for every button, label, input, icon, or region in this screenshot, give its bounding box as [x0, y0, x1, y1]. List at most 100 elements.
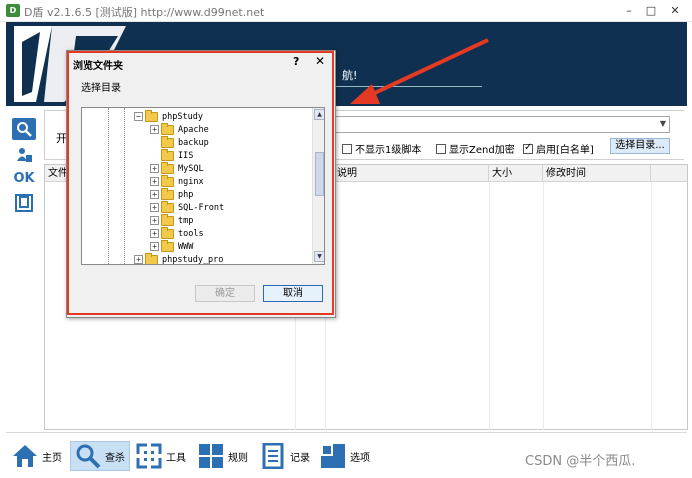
scroll-up-icon[interactable]: ▲: [314, 109, 324, 120]
expand-icon[interactable]: +: [150, 125, 159, 134]
tree-node-mysql[interactable]: + MySQL: [150, 161, 204, 175]
folder-icon: [161, 226, 174, 239]
rules-icon: [198, 443, 224, 469]
tree-node-label: tmp: [178, 215, 194, 226]
select-directory-button[interactable]: 选择目录...: [610, 138, 670, 154]
toolbar-rules[interactable]: 规则: [198, 441, 248, 471]
expand-icon[interactable]: +: [150, 190, 159, 199]
folder-tree[interactable]: − phpStudy + Apache backup IIS + MySQL +: [81, 107, 325, 265]
folder-icon: [161, 148, 174, 161]
toolbar-options[interactable]: 选项: [320, 441, 370, 471]
expand-icon[interactable]: +: [150, 242, 159, 251]
toolbar-tools[interactable]: 工具: [136, 441, 186, 471]
tree-node-label: tools: [178, 228, 204, 239]
tree-node-nginx[interactable]: + nginx: [150, 174, 204, 188]
tree-node-label: WWW: [178, 241, 194, 252]
toolbar-home[interactable]: 主页: [12, 441, 62, 471]
tree-node-label: MySQL: [178, 163, 204, 174]
user-shield-icon[interactable]: [12, 144, 36, 166]
log-icon: [260, 442, 286, 470]
tree-node-label: Apache: [178, 124, 209, 135]
watermark: CSDN @半个西瓜.: [525, 454, 636, 469]
folder-icon: [161, 200, 174, 213]
tree-node-label: backup: [178, 137, 209, 148]
scan-path-combobox[interactable]: ▼: [326, 116, 670, 133]
frame-icon[interactable]: [12, 192, 36, 214]
tree-node-label: IIS: [178, 150, 194, 161]
tree-node-phpstudy[interactable]: − phpStudy: [134, 109, 203, 123]
column-header-modified[interactable]: 修改时间: [543, 165, 651, 182]
option-hide-level1[interactable]: 不显示1级脚本: [342, 141, 421, 156]
expand-icon[interactable]: +: [150, 229, 159, 238]
folder-icon: [145, 252, 158, 264]
column-header-size[interactable]: 大小: [489, 165, 543, 182]
app-logo-icon: D: [6, 4, 20, 17]
tree-scrollbar[interactable]: ▲ ▼: [312, 108, 324, 264]
toolbar-options-label: 选项: [350, 452, 370, 464]
toolbar-scan-label: 查杀: [105, 452, 125, 464]
folder-icon: [161, 135, 174, 148]
scroll-down-icon[interactable]: ▼: [314, 251, 324, 262]
expand-icon[interactable]: +: [150, 203, 159, 212]
folder-icon: [161, 174, 174, 187]
tree-node-php[interactable]: + php: [150, 187, 194, 201]
tree-node-label: php: [178, 189, 194, 200]
tree-node-iis[interactable]: IIS: [150, 148, 194, 162]
tree-node-label: nginx: [178, 176, 204, 187]
expand-icon[interactable]: +: [150, 164, 159, 173]
folder-icon: [161, 161, 174, 174]
show-zend-label: 显示Zend加密: [449, 145, 515, 156]
home-icon: [12, 443, 38, 469]
left-icon-bar: OK: [6, 108, 42, 428]
tree-node-sql-front[interactable]: + SQL-Front: [150, 200, 225, 214]
toolbar-scan[interactable]: 查杀: [70, 441, 130, 471]
folder-icon: [161, 122, 174, 135]
tree-node-tmp[interactable]: + tmp: [150, 213, 194, 227]
close-window-button[interactable]: ✕: [666, 3, 684, 19]
toolbar-log[interactable]: 记录: [260, 441, 310, 471]
minimize-button[interactable]: –: [620, 3, 638, 19]
tree-node-label: phpStudy: [162, 111, 203, 122]
toolbar-log-label: 记录: [290, 452, 310, 464]
search-icon[interactable]: [12, 118, 36, 140]
folder-open-icon: [145, 109, 158, 122]
help-button[interactable]: ?: [293, 55, 299, 68]
cancel-button[interactable]: 取消: [263, 285, 323, 302]
collapse-icon[interactable]: −: [134, 112, 143, 121]
tree-node-backup[interactable]: backup: [150, 135, 209, 149]
tree-guide-line: [124, 108, 125, 264]
tree-guide-line: [108, 108, 109, 264]
dialog-prompt: 选择目录: [81, 83, 121, 94]
tree-node-label: SQL-Front: [178, 202, 225, 213]
toolbar-rules-label: 规则: [228, 452, 248, 464]
expand-icon[interactable]: +: [150, 177, 159, 186]
show-zend-checkbox[interactable]: [436, 143, 446, 154]
expand-icon[interactable]: +: [134, 255, 143, 264]
folder-icon: [161, 239, 174, 252]
banner-nav-text: 航!: [342, 69, 358, 82]
window-title: D盾 v2.1.6.5 [测试版] http://www.d99net.net: [24, 6, 265, 19]
tools-icon: [136, 443, 162, 469]
folder-icon: [161, 213, 174, 226]
whitelist-label: 启用[白名单]: [536, 145, 594, 156]
tree-node-phpstudy-pro[interactable]: + phpstudy_pro: [134, 252, 223, 264]
column-header-description[interactable]: 说明: [325, 165, 489, 182]
scrollbar-thumb[interactable]: [315, 152, 324, 196]
option-show-zend[interactable]: 显示Zend加密: [436, 141, 515, 156]
hide-level1-checkbox[interactable]: [342, 143, 352, 154]
tree-node-apache[interactable]: + Apache: [150, 122, 209, 136]
dialog-close-button[interactable]: ✕: [315, 54, 325, 68]
hide-level1-label: 不显示1级脚本: [355, 145, 422, 156]
expand-icon[interactable]: +: [150, 216, 159, 225]
chevron-down-icon[interactable]: ▼: [660, 119, 666, 128]
option-whitelist[interactable]: 启用[白名单]: [523, 141, 594, 156]
toolbar-home-label: 主页: [42, 452, 62, 464]
ok-icon[interactable]: OK: [12, 168, 36, 190]
tree-node-tools[interactable]: + tools: [150, 226, 204, 240]
maximize-button[interactable]: □: [642, 3, 660, 19]
whitelist-checkbox[interactable]: [523, 142, 533, 154]
tree-node-www[interactable]: + WWW: [150, 239, 194, 253]
ok-button[interactable]: 确定: [195, 285, 255, 302]
